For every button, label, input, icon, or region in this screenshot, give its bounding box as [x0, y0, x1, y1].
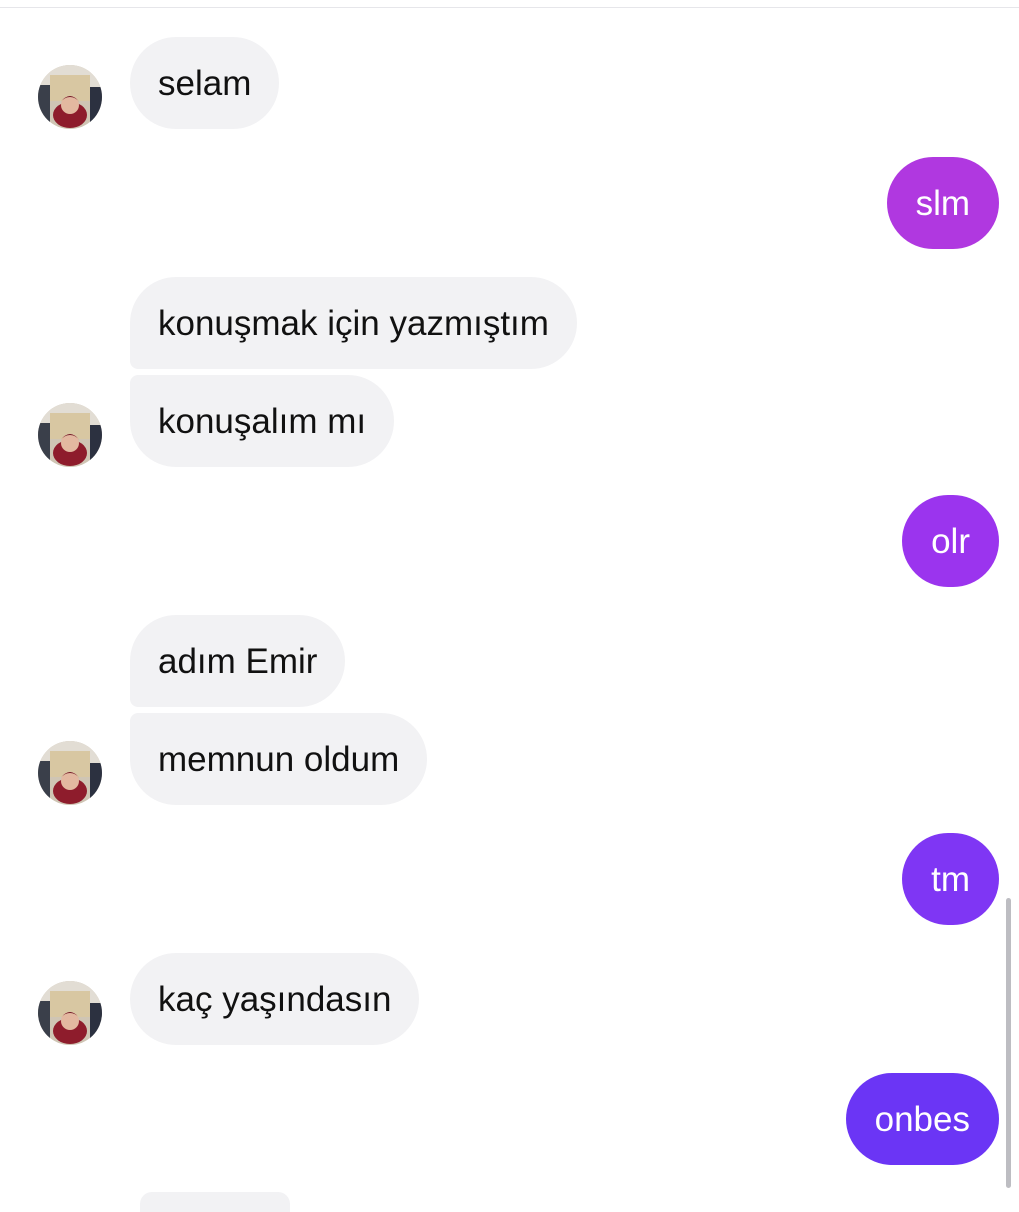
message-received-bubble[interactable]: adım Emir — [130, 615, 346, 707]
message-received-bubble[interactable]: memnun oldum — [130, 713, 428, 805]
message-received-bubble-partial[interactable] — [140, 1192, 290, 1212]
header-divider — [0, 7, 1019, 8]
message-received-bubble[interactable]: konuşmak için yazmıştım — [130, 277, 577, 369]
contact-avatar[interactable] — [38, 981, 102, 1045]
message-received-bubble[interactable]: kaç yaşındasın — [130, 953, 420, 1045]
avatar-icon — [38, 65, 102, 129]
message-sent-bubble[interactable]: onbes — [845, 1073, 999, 1165]
avatar-icon — [38, 981, 102, 1045]
contact-avatar[interactable] — [38, 403, 102, 467]
scrollbar[interactable] — [1006, 898, 1011, 1188]
message-sent-bubble[interactable]: tm — [902, 833, 999, 925]
avatar-icon — [38, 741, 102, 805]
avatar-icon — [38, 403, 102, 467]
message-received-bubble[interactable]: selam — [130, 37, 280, 129]
message-sent-bubble[interactable]: olr — [902, 495, 999, 587]
contact-avatar[interactable] — [38, 741, 102, 805]
contact-avatar[interactable] — [38, 65, 102, 129]
message-sent-bubble[interactable]: slm — [886, 157, 999, 249]
message-received-bubble[interactable]: konuşalım mı — [130, 375, 395, 467]
